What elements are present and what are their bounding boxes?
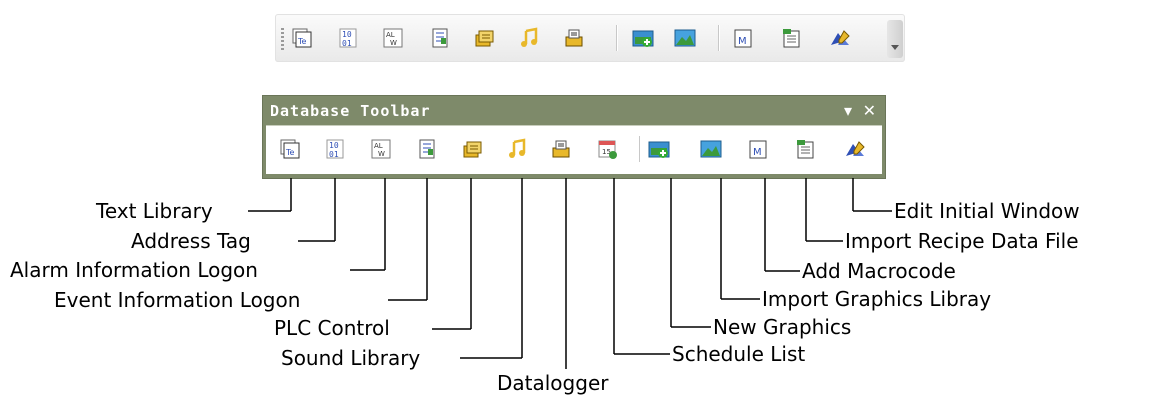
edit-initial-window-callout-label: Edit Initial Window <box>894 199 1080 223</box>
text-library-callout-label: Text Library <box>96 199 213 223</box>
alarm-info-callout-label: Alarm Information Logon <box>10 258 258 282</box>
address-tag-callout-label: Address Tag <box>131 229 251 253</box>
new-graphics-callout-label: New Graphics <box>713 315 852 339</box>
plc-control-callout-label: PLC Control <box>274 316 390 340</box>
import-recipe-callout-label: Import Recipe Data File <box>845 229 1079 253</box>
sound-library-callout-label: Sound Library <box>281 346 421 370</box>
datalogger-callout-label: Datalogger <box>497 371 609 395</box>
schedule-list-callout-label: Schedule List <box>672 342 806 366</box>
add-macrocode-callout-label: Add Macrocode <box>802 259 956 283</box>
event-info-callout-label: Event Information Logon <box>54 288 301 312</box>
import-graphics-callout-label: Import Graphics Libray <box>762 287 992 311</box>
